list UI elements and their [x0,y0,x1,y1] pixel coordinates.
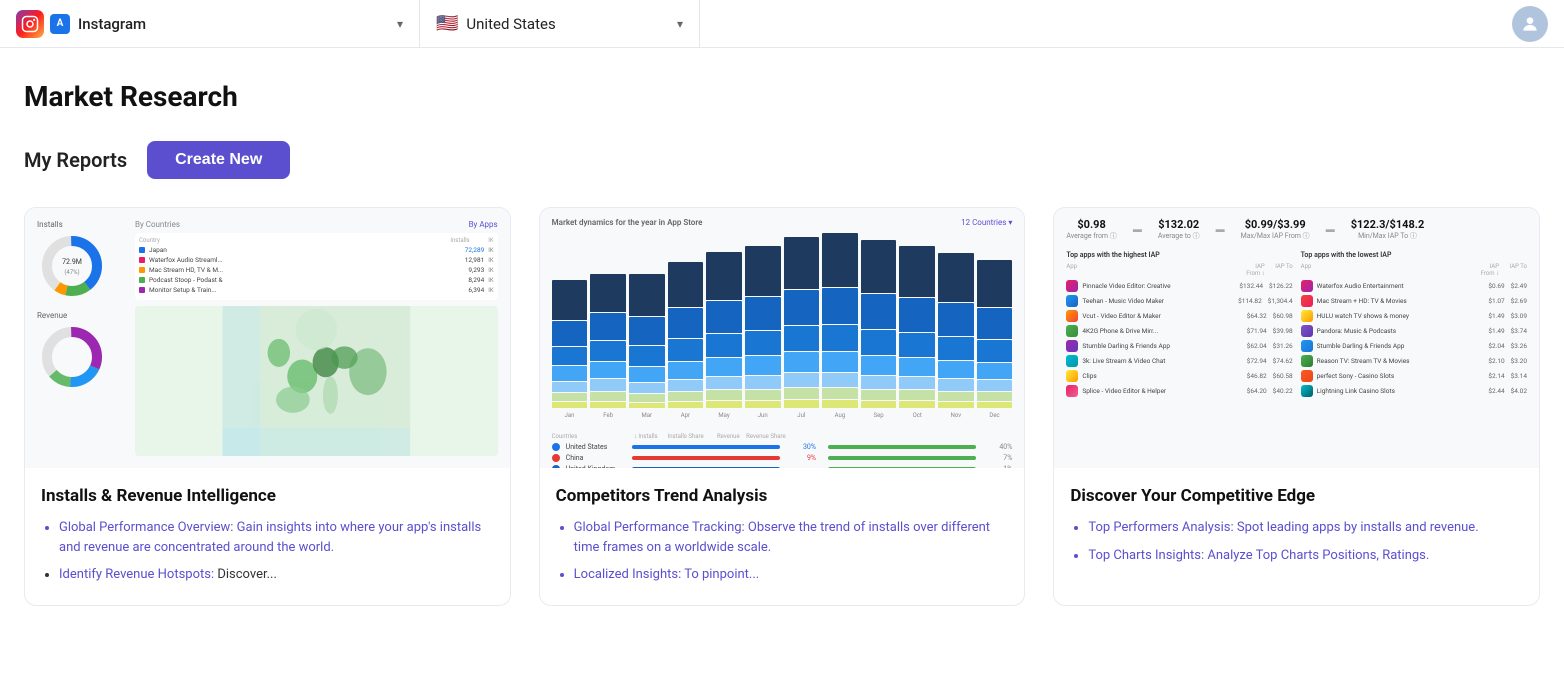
card3-bullet-2: Top Charts Insights: Analyze Top Charts … [1088,546,1523,566]
card3-body: Discover Your Competitive Edge Top Perfo… [1054,468,1539,585]
svg-text:(47%): (47%) [64,269,79,276]
preview1-layout: Installs 72.9M (47%) Revenue [25,208,510,468]
card2-bullet-2: Localized Insights: To pinpoint... [574,565,1009,585]
my-reports-label: My Reports [24,148,127,172]
metric-avg-to: $132.02 Average to ⓘ [1158,218,1200,241]
metric-min-iap: $122.3/$148.2 Min/Max IAP To ⓘ [1351,218,1425,241]
card2-bullet-1: Global Performance Tracking: Observe the… [574,518,1009,557]
card1-bullet-2: Identify Revenue Hotspots: Discover... [59,565,494,585]
country-selector[interactable]: 🇺🇸 United States ▾ [420,0,700,47]
mini-table-highest-iap: Top apps with the highest IAP AppIAP Fro… [1066,251,1292,458]
tables-row: Top apps with the highest IAP AppIAP Fro… [1066,251,1527,458]
card1-bullet-1: Global Performance Overview: Gain insigh… [59,518,494,557]
preview1-left: Installs 72.9M (47%) Revenue [37,220,127,456]
card1-title: Installs & Revenue Intelligence [41,486,494,506]
card1-bullets: Global Performance Overview: Gain insigh… [41,518,494,585]
cards-grid: Installs 72.9M (47%) Revenue [24,207,1540,606]
preview2-layout: Market dynamics for the year in App Stor… [540,208,1025,468]
card2-body: Competitors Trend Analysis Global Perfor… [540,468,1025,605]
metric-max-iap: $0.99/$3.99 Max/Max IAP From ⓘ [1241,218,1310,241]
flag-icon: 🇺🇸 [436,13,458,34]
reports-header: My Reports Create New [24,141,1540,179]
app-selector-label: Instagram [78,15,389,33]
card3-preview: $0.98 Average from ⓘ ▬ $132.02 Average t… [1054,208,1539,468]
main-content: Market Research My Reports Create New In… [0,48,1564,630]
card2-preview: Market dynamics for the year in App Stor… [540,208,1025,468]
preview3-layout: $0.98 Average from ⓘ ▬ $132.02 Average t… [1054,208,1539,468]
card3-title: Discover Your Competitive Edge [1070,486,1523,506]
top-bar: A Instagram ▾ 🇺🇸 United States ▾ [0,0,1564,48]
revenue-donut: Revenue [37,311,127,392]
card1-preview: Installs 72.9M (47%) Revenue [25,208,510,468]
country-chevron: ▾ [677,17,683,31]
svg-text:72.9M: 72.9M [62,258,82,266]
app-icon-wrapper: A [16,10,70,38]
card2-title: Competitors Trend Analysis [556,486,1009,506]
page-title: Market Research [24,80,1540,113]
europe-map [135,306,498,456]
app-selector-chevron: ▾ [397,17,403,31]
mini-table-lowest-iap: Top apps with the lowest IAP AppIAP From… [1301,251,1527,458]
preview1-right: By CountriesBy Apps CountryInstallsIK Ja… [135,220,498,456]
metrics-row: $0.98 Average from ⓘ ▬ $132.02 Average t… [1066,218,1527,241]
instagram-icon [16,10,44,38]
metric-avg-from: $0.98 Average from ⓘ [1066,218,1116,241]
app-selector[interactable]: A Instagram ▾ [0,0,420,47]
country-label: United States [466,15,669,33]
appstore-badge: A [50,14,70,34]
user-avatar[interactable] [1512,6,1548,42]
create-new-button[interactable]: Create New [147,141,290,179]
card-installs-revenue[interactable]: Installs 72.9M (47%) Revenue [24,207,511,606]
stacked-bar-chart [552,233,1013,412]
card-competitive-edge[interactable]: $0.98 Average from ⓘ ▬ $132.02 Average t… [1053,207,1540,606]
card1-body: Installs & Revenue Intelligence Global P… [25,468,510,605]
card2-bullets: Global Performance Tracking: Observe the… [556,518,1009,585]
card-competitors-trend[interactable]: Market dynamics for the year in App Stor… [539,207,1026,606]
card3-bullet-1: Top Performers Analysis: Spot leading ap… [1088,518,1523,538]
chart-table: Countries ↕ Installs Installs Share Reve… [552,433,1013,468]
installs-donut: Installs 72.9M (47%) [37,220,127,301]
card3-bullets: Top Performers Analysis: Spot leading ap… [1070,518,1523,565]
